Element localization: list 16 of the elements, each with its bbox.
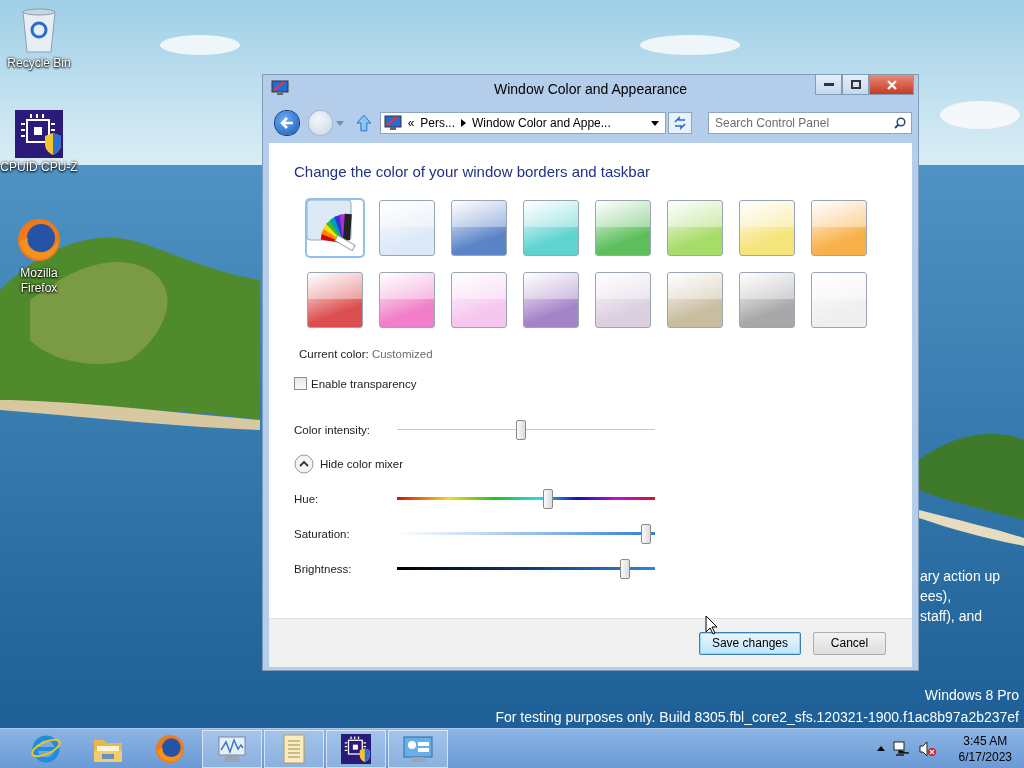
firefox-icon xyxy=(154,732,186,765)
monitor-chart-icon xyxy=(216,733,248,764)
chip-icon xyxy=(341,733,371,764)
background-text-line: ary action up xyxy=(920,567,1001,586)
clock-date: 6/17/2023 xyxy=(958,748,1012,765)
scroll-icon xyxy=(280,732,308,765)
background-text-line: ees), xyxy=(920,587,953,606)
network-icon[interactable] xyxy=(892,740,911,757)
background-text-line: staff), and xyxy=(920,607,983,626)
taskbar-button[interactable] xyxy=(326,729,386,768)
edition-text: Windows 8 Pro xyxy=(924,686,1019,705)
control-panel-icon xyxy=(402,733,434,764)
volume-muted-icon[interactable] xyxy=(918,740,937,757)
clock-time: 3:45 AM xyxy=(963,732,1008,749)
show-hidden-icons-icon[interactable] xyxy=(876,746,885,751)
clock[interactable]: 3:45 AM 6/17/2023 xyxy=(958,732,1012,765)
